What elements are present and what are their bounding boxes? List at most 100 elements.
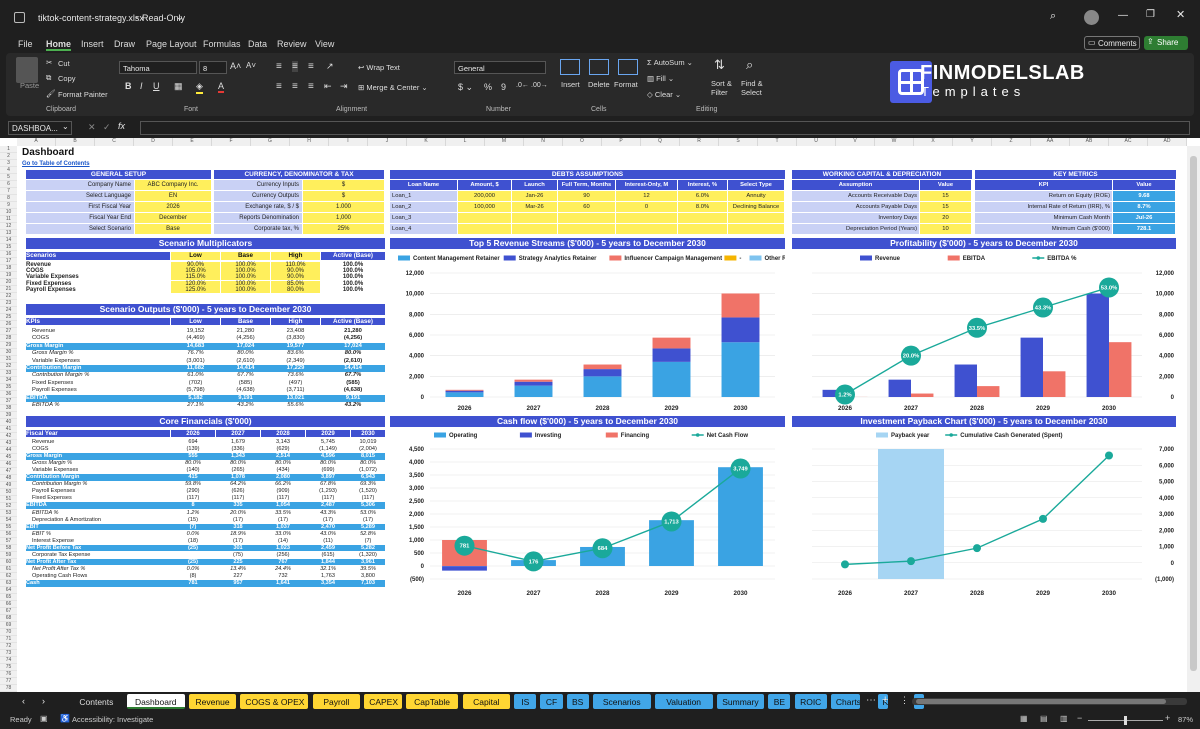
column-header[interactable]: D	[134, 138, 173, 146]
zoom-out-icon[interactable]: −	[1077, 713, 1082, 723]
menu-page-layout[interactable]: Page Layout	[146, 39, 197, 49]
table-cell[interactable]: 125.0%	[171, 286, 220, 293]
row-header[interactable]: 64	[0, 587, 17, 594]
row-header[interactable]: 71	[0, 636, 17, 643]
add-sheet-icon[interactable]: +	[882, 694, 888, 706]
column-header[interactable]: T	[758, 138, 797, 146]
row-header[interactable]: 35	[0, 384, 17, 391]
sheet-tab[interactable]: Contents	[70, 694, 123, 709]
sheet-tab[interactable]: IS	[514, 694, 537, 709]
accessibility-status[interactable]: Accessibility: Investigate	[72, 715, 153, 724]
table-cell[interactable]: 90	[558, 191, 615, 201]
font-color-icon[interactable]: A	[218, 81, 225, 93]
row-header[interactable]: 10	[0, 209, 17, 216]
number-format-select[interactable]: General	[454, 61, 546, 74]
row-header[interactable]: 36	[0, 391, 17, 398]
setting-value[interactable]: 2026	[135, 202, 211, 212]
row-header[interactable]: 58	[0, 545, 17, 552]
row-header[interactable]: 74	[0, 657, 17, 664]
font-name-select[interactable]: Tahoma	[119, 61, 197, 74]
scroll-thumb[interactable]	[1190, 156, 1197, 671]
column-header[interactable]: R	[680, 138, 719, 146]
table-cell[interactable]: 90.0%	[271, 274, 320, 281]
table-cell[interactable]: 60	[558, 202, 615, 212]
sheet-tab[interactable]: CF	[540, 694, 563, 709]
row-header[interactable]: 77	[0, 678, 17, 685]
sheet-tab[interactable]: CapTable	[405, 694, 459, 709]
column-header[interactable]: H	[290, 138, 329, 146]
increase-font-icon[interactable]: A˄	[230, 61, 241, 71]
column-header[interactable]: X	[914, 138, 953, 146]
row-header[interactable]: 30	[0, 349, 17, 356]
table-cell[interactable]: 728.1	[1113, 224, 1175, 234]
page-layout-view-icon[interactable]: ▤	[1040, 714, 1048, 723]
menu-insert[interactable]: Insert	[81, 39, 104, 49]
table-cell[interactable]: 20	[920, 213, 971, 223]
column-header[interactable]: P	[602, 138, 641, 146]
row-header[interactable]: 34	[0, 377, 17, 384]
column-header[interactable]: E	[173, 138, 212, 146]
align-middle-icon[interactable]: ≡	[292, 61, 298, 72]
table-cell[interactable]: 8.7%	[1113, 202, 1175, 212]
row-header[interactable]: 44	[0, 447, 17, 454]
row-header[interactable]: 70	[0, 629, 17, 636]
row-header[interactable]: 51	[0, 496, 17, 503]
row-header[interactable]: 3	[0, 160, 17, 167]
cut-button[interactable]: Cut	[58, 59, 70, 68]
table-cell[interactable]: 8.0%	[678, 202, 727, 212]
toc-link[interactable]: Go to Table of Contents	[22, 161, 90, 167]
align-bottom-icon[interactable]: ≡	[308, 61, 314, 72]
table-cell[interactable]: 0	[616, 202, 677, 212]
restore-icon[interactable]: ❐	[1146, 9, 1155, 20]
row-header[interactable]: 17	[0, 258, 17, 265]
column-header[interactable]: W	[875, 138, 914, 146]
table-cell[interactable]	[458, 224, 511, 234]
enter-icon[interactable]: ✓	[103, 122, 111, 133]
accessibility-icon[interactable]: ♿	[60, 714, 70, 723]
table-cell[interactable]	[616, 213, 677, 223]
row-header[interactable]: 45	[0, 454, 17, 461]
menu-data[interactable]: Data	[248, 39, 267, 49]
row-header[interactable]: 42	[0, 433, 17, 440]
sheet-tab[interactable]: CAPEX	[364, 694, 402, 709]
row-header[interactable]: 23	[0, 300, 17, 307]
row-header[interactable]: 39	[0, 412, 17, 419]
menu-review[interactable]: Review	[277, 39, 307, 49]
sheet-tab[interactable]: COGS & OPEX	[240, 694, 309, 709]
row-header[interactable]: 1	[0, 146, 17, 153]
setting-value[interactable]: $	[303, 191, 384, 201]
table-cell[interactable]: 15	[920, 191, 971, 201]
column-header[interactable]: Q	[641, 138, 680, 146]
table-cell[interactable]: 90.0%	[271, 268, 320, 275]
row-header[interactable]: 57	[0, 538, 17, 545]
table-cell[interactable]	[678, 213, 727, 223]
row-header[interactable]: 29	[0, 342, 17, 349]
row-header[interactable]: 59	[0, 552, 17, 559]
row-header[interactable]: 38	[0, 405, 17, 412]
setting-value[interactable]: EN	[135, 191, 211, 201]
row-header[interactable]: 2	[0, 153, 17, 160]
setting-value[interactable]: ABC Company Inc.	[135, 180, 211, 190]
increase-decimal-icon[interactable]: .0←	[516, 82, 529, 89]
table-cell[interactable]: 100,000	[458, 202, 511, 212]
tabs-menu-icon[interactable]: ⋮	[900, 695, 909, 706]
column-header[interactable]: I	[329, 138, 368, 146]
row-header[interactable]: 5	[0, 174, 17, 181]
table-cell[interactable]: 90.0%	[171, 262, 220, 268]
table-cell[interactable]: Declining Balance	[728, 202, 784, 212]
column-header[interactable]: F	[212, 138, 251, 146]
column-header[interactable]: N	[524, 138, 563, 146]
decrease-indent-icon[interactable]: ⇤	[324, 81, 332, 92]
row-header[interactable]: 28	[0, 335, 17, 342]
format-button[interactable]: Format	[614, 80, 638, 89]
row-header[interactable]: 66	[0, 601, 17, 608]
setting-value[interactable]: $	[303, 180, 384, 190]
row-header[interactable]: 48	[0, 475, 17, 482]
decrease-decimal-icon[interactable]: .00→	[531, 82, 548, 89]
menu-formulas[interactable]: Formulas	[203, 39, 241, 49]
column-header[interactable]: L	[446, 138, 485, 146]
table-cell[interactable]	[728, 224, 784, 234]
row-header[interactable]: 24	[0, 307, 17, 314]
find-select-button[interactable]: Find & Select	[741, 79, 775, 97]
sheet-tab[interactable]: Dashboard	[126, 694, 185, 709]
